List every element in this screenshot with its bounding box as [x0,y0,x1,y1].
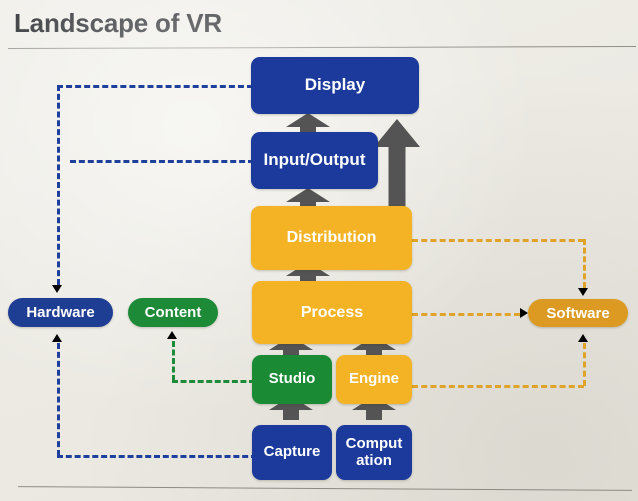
edge-process-to-software-h [412,313,520,316]
edge-capture-to-hardware-h [57,455,257,458]
edge-display-to-hardware-h [57,85,253,88]
edge-engine-to-software-v [583,343,586,386]
edge-software-arrowhead-down [578,288,588,296]
node-distribution-label: Distribution [286,229,377,247]
node-display[interactable]: Display [251,57,419,114]
edge-distribution-to-software-h [412,239,584,242]
node-process[interactable]: Process [252,281,412,344]
divider-top [7,46,636,49]
edge-engine-to-software-h [412,385,584,388]
edge-software-arrowhead-up [578,334,588,342]
node-capture[interactable]: Capture [252,425,332,480]
arrow-distribution-to-display [374,119,420,215]
edge-content-arrowhead-up [167,331,177,339]
node-hardware[interactable]: Hardware [8,298,113,327]
edge-distribution-to-software-v [583,239,586,288]
node-software[interactable]: Software [528,299,628,327]
node-content-label: Content [144,304,202,321]
edge-hardware-spine-lower [57,343,60,456]
node-computation-label-line1: Comput [345,435,403,453]
edge-hardware-arrowhead-up [52,334,62,342]
node-capture-label: Capture [263,443,321,461]
node-software-label: Software [546,304,610,322]
node-display-label: Display [304,75,366,95]
divider-bottom [18,486,632,491]
node-distribution[interactable]: Distribution [251,206,412,270]
node-hardware-label: Hardware [26,304,95,321]
node-process-label: Process [300,303,364,321]
page-title: Landscape of VR [14,8,222,38]
node-input-output[interactable]: Input/Output [251,132,378,189]
edge-io-to-hardware-h [70,160,254,163]
edge-studio-to-content-h [172,380,255,383]
slide-canvas: Landscape of VR Display Input/Output Dis… [0,0,638,501]
node-computation-label-line2: ation [356,451,392,469]
node-computation[interactable]: Comput ation [336,425,412,480]
node-studio-label: Studio [268,370,316,388]
node-studio[interactable]: Studio [252,355,332,404]
node-engine[interactable]: Engine [336,355,412,404]
node-engine-label: Engine [348,370,399,388]
node-content[interactable]: Content [128,298,218,327]
edge-studio-to-content-v [172,341,175,381]
edge-software-arrowhead-right [520,308,528,318]
node-input-output-label: Input/Output [263,150,366,170]
edge-hardware-spine-upper [57,85,60,285]
edge-hardware-arrowhead-down [52,285,62,293]
